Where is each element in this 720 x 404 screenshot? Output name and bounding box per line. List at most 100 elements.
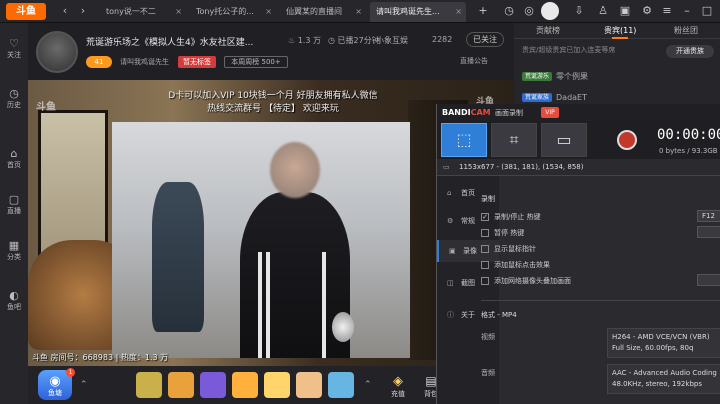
- jacket-stripe: [322, 252, 326, 358]
- chevron-up-icon[interactable]: ⌃: [364, 380, 372, 390]
- pause-hotkey-checkbox[interactable]: 暂停 热键: [481, 228, 524, 238]
- gear-icon[interactable]: ⚙: [640, 4, 654, 18]
- sidebar-item-follow[interactable]: ♡ 关注: [0, 37, 28, 60]
- tag-badge[interactable]: 暂无标签: [178, 56, 216, 68]
- sidebar-item-history[interactable]: ◷ 历史: [0, 87, 28, 110]
- audio-format-label: 音频: [481, 369, 495, 377]
- back-icon[interactable]: ‹: [58, 4, 72, 18]
- screen-record-mode-button[interactable]: ⬚: [441, 123, 487, 157]
- menu-icon[interactable]: ≡: [660, 4, 674, 18]
- jacket-stripe: [266, 252, 270, 358]
- gift-item[interactable]: [328, 372, 354, 398]
- game-record-mode-button[interactable]: ⌗: [491, 123, 537, 157]
- fish-pond-label: 鱼塘: [48, 389, 62, 397]
- record-section-title: 录制: [481, 195, 495, 203]
- follow-button[interactable]: 已关注: [466, 32, 504, 47]
- gift-item[interactable]: [168, 372, 194, 398]
- tab-nobles[interactable]: 贵宾(11): [604, 25, 636, 39]
- shop-link[interactable]: 小象互娱: [376, 35, 408, 46]
- target-icon[interactable]: ◎: [522, 4, 536, 18]
- notice-link[interactable]: 直播公告: [460, 56, 488, 66]
- webcam-settings-button[interactable]: [697, 274, 720, 286]
- tab-1[interactable]: tony说一不二 ×: [100, 2, 186, 22]
- sidebar-item-live[interactable]: ▢ 直播: [0, 193, 28, 216]
- tab-3[interactable]: 仙翼某的直播间 ×: [280, 2, 366, 22]
- audio-format-box[interactable]: AAC - Advanced Audio Coding 48.0KHz, ster…: [607, 364, 720, 394]
- fans-count: 2282: [432, 35, 453, 44]
- tab-label: tony说一不二: [106, 7, 156, 16]
- history-icon[interactable]: ◷: [502, 4, 516, 18]
- close-icon[interactable]: ×: [265, 2, 272, 22]
- gift-item[interactable]: [296, 372, 322, 398]
- sidebar-item-fishbar[interactable]: ◐ 鱼吧: [0, 289, 28, 312]
- checkbox[interactable]: [481, 261, 489, 269]
- live-duration-value: 已播27分钟: [337, 36, 380, 45]
- sidebar-item-home[interactable]: ⌂ 首页: [0, 147, 28, 170]
- vip-badge[interactable]: VIP: [541, 107, 559, 118]
- host-name[interactable]: 请叫我鸡诞先生: [120, 57, 169, 67]
- capture-area-info: ▭ 1153x677 - (381, 181), (1534, 858): [437, 159, 720, 176]
- webcam-checkbox[interactable]: 添加网络摄像头叠加画面: [481, 276, 571, 286]
- box-icon[interactable]: ▣: [618, 4, 632, 18]
- tab-4[interactable]: 请叫我鸡诞先生... ×: [370, 2, 466, 22]
- close-icon[interactable]: ×: [175, 2, 182, 22]
- chat-text: DadaET: [556, 93, 587, 102]
- sidebar-item-category[interactable]: ▦ 分类: [0, 239, 28, 262]
- maximize-icon[interactable]: □: [700, 4, 714, 18]
- live-duration: ◷ 已播27分钟: [328, 36, 380, 45]
- douyu-logo[interactable]: 斗鱼: [6, 3, 46, 20]
- gift-item[interactable]: [232, 372, 258, 398]
- download-icon[interactable]: ⇩: [572, 4, 586, 18]
- checkbox[interactable]: [481, 277, 489, 285]
- tab-2[interactable]: Tony托公子的... ×: [190, 2, 276, 22]
- forward-icon[interactable]: ›: [76, 4, 90, 18]
- checkbox[interactable]: [481, 229, 489, 237]
- bandicam-toolbar: ⬚ ⌗ ▭ 00:00:00 0 bytes / 93.3GB: [437, 121, 720, 159]
- rank-badge[interactable]: 本周周榜 500+: [224, 56, 288, 68]
- level-badge: 41: [86, 56, 112, 68]
- stream-overlay-text: D卡可以加入VIP 10块钱一个月 好朋友拥有私人微信 热线交流群号 【待定】 …: [138, 90, 408, 116]
- chevron-up-icon[interactable]: ⌃: [80, 380, 88, 390]
- checkbox-label: 录制/停止 热键: [494, 213, 541, 221]
- gift-item[interactable]: [200, 372, 226, 398]
- cursor-checkbox[interactable]: 显示鼠标指针: [481, 244, 536, 254]
- add-tab-icon[interactable]: +: [476, 4, 490, 18]
- charge-button[interactable]: ◈ 充值: [386, 370, 410, 400]
- device-record-mode-button[interactable]: ▭: [541, 123, 587, 157]
- bandicam-titlebar: BANDICAM 画面录制 VIP: [437, 104, 720, 121]
- checkbox[interactable]: [481, 245, 489, 253]
- sidebar-item-label: 首页: [7, 161, 21, 169]
- streamer-avatar[interactable]: [36, 31, 78, 73]
- sidebar-item-label: 关注: [7, 51, 21, 59]
- checkbox-label: 添加鼠标点击效果: [494, 261, 550, 269]
- tab-contrib[interactable]: 贡献榜: [536, 25, 560, 36]
- chat-tabs: 贡献榜 贵宾(11) 粉丝团: [514, 23, 720, 39]
- hotkey-field[interactable]: F12: [697, 210, 720, 222]
- shirt-icon[interactable]: ♙: [596, 4, 610, 18]
- hotkey-checkbox[interactable]: ✓ 录制/停止 热键: [481, 212, 541, 222]
- notification-badge: 1: [66, 368, 75, 377]
- video-format-box[interactable]: H264 - AMD VCE/VCN (VBR) Full Size, 60.00…: [607, 328, 720, 358]
- chat-message: 荒诞家族 DadaET: [522, 93, 587, 102]
- left-sidebar: ♡ 关注 ◷ 历史 ⌂ 首页 ▢ 直播 ▦ 分类 ◐ 鱼吧: [0, 23, 28, 404]
- checkbox-checked[interactable]: ✓: [481, 213, 489, 221]
- chat-message: 荒诞游乐 零个例果: [522, 71, 588, 82]
- pause-hotkey-field[interactable]: [697, 226, 720, 238]
- charge-label: 充值: [391, 390, 405, 398]
- record-button[interactable]: [617, 130, 637, 150]
- logo-part: BANDI: [442, 108, 471, 117]
- gift-item[interactable]: [136, 372, 162, 398]
- grid-icon: ▦: [8, 239, 20, 252]
- minimize-icon[interactable]: –: [680, 4, 694, 18]
- screen: 斗鱼 ‹ › tony说一不二 × Tony托公子的... × 仙翼某的直播间 × 请…: [0, 0, 720, 404]
- close-icon[interactable]: ×: [455, 2, 462, 22]
- sidebar-item-label: 历史: [7, 101, 21, 109]
- tab-fans[interactable]: 粉丝团: [674, 25, 698, 36]
- click-effect-checkbox[interactable]: 添加鼠标点击效果: [481, 260, 550, 270]
- user-avatar[interactable]: [541, 2, 559, 20]
- coin-icon: ◈: [393, 374, 403, 389]
- close-icon[interactable]: ×: [355, 2, 362, 22]
- open-noble-button[interactable]: 开通贵族: [666, 45, 714, 58]
- gift-item[interactable]: [264, 372, 290, 398]
- overlay-line: D卡可以加入VIP 10块钱一个月 好朋友拥有私人微信: [168, 91, 378, 101]
